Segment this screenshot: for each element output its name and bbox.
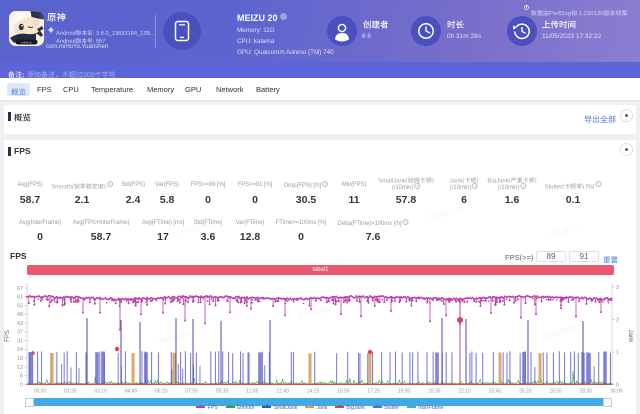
svg-text:28:30: 28:30 [580, 389, 593, 395]
svg-text:26:55: 26:55 [549, 389, 562, 395]
svg-text:07:55: 07:55 [185, 389, 198, 395]
svg-text:11:05: 11:05 [246, 389, 258, 395]
svg-text:20:35: 20:35 [428, 389, 441, 395]
svg-text:24: 24 [17, 347, 23, 353]
svg-text:2: 2 [616, 317, 619, 323]
svg-text:Jank: Jank [627, 330, 633, 344]
svg-text:3: 3 [616, 285, 619, 291]
svg-text:23:45: 23:45 [489, 389, 502, 395]
svg-text:04:45: 04:45 [125, 389, 138, 395]
svg-text:55: 55 [17, 303, 23, 309]
svg-text:30:05: 30:05 [610, 389, 623, 395]
svg-text:18: 18 [17, 356, 23, 362]
svg-text:43: 43 [17, 321, 23, 327]
svg-text:14:15: 14:15 [307, 389, 320, 395]
svg-text:PerfDog: PerfDog [158, 327, 193, 347]
svg-text:01:35: 01:35 [64, 389, 77, 395]
svg-text:00:00: 00:00 [34, 389, 47, 395]
svg-text:19:00: 19:00 [398, 389, 411, 395]
svg-text:49: 49 [17, 312, 23, 318]
svg-text:PerfDog: PerfDog [298, 302, 333, 322]
svg-text:12:40: 12:40 [276, 389, 289, 395]
svg-text:37: 37 [17, 330, 23, 336]
svg-text:0: 0 [616, 382, 619, 388]
svg-text:1: 1 [616, 350, 619, 356]
svg-text:FPS: FPS [5, 330, 11, 342]
svg-text:22:10: 22:10 [458, 389, 471, 395]
svg-text:6: 6 [20, 374, 23, 380]
svg-text:09:30: 09:30 [216, 389, 229, 395]
svg-text:31: 31 [17, 338, 23, 344]
svg-text:17:25: 17:25 [367, 389, 380, 395]
svg-text:03:10: 03:10 [94, 389, 107, 395]
svg-text:12: 12 [17, 365, 23, 371]
svg-text:61: 61 [17, 295, 23, 301]
svg-text:06:20: 06:20 [155, 389, 168, 395]
svg-text:15:50: 15:50 [337, 389, 350, 395]
svg-text:PerfDog: PerfDog [543, 322, 578, 342]
svg-text:0: 0 [20, 382, 23, 388]
svg-text:25:20: 25:20 [519, 389, 532, 395]
svg-text:67: 67 [17, 286, 23, 292]
